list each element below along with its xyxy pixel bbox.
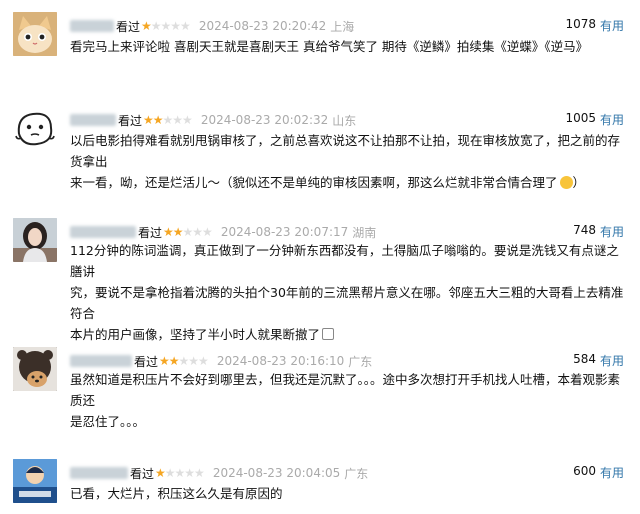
review-meta: 看过 ★★★★★ 2024-08-23 20:07:17 湖南 [70,223,376,241]
review-text: 以后电影拍得难看就别甩锅审核了，之前总喜欢说这不让拍那不让拍，现在审核放宽了，把… [70,130,630,193]
folded-icon[interactable] [322,328,335,340]
star-icon: ★★ [163,225,183,239]
useful-button[interactable]: 有用 [600,111,624,128]
username-blurred[interactable] [70,114,116,126]
star-icon: ★★★★ [150,19,191,33]
vote-count: 600 [573,464,596,478]
watched-label: 看过 [130,466,155,481]
review-line: 已看，大烂片，积压这么久是有原因的 [70,486,283,501]
review-line: 虽然知道是积压片不会好到哪里去，但我还是沉默了。。。途中多次想打开手机找人吐槽，… [70,372,621,408]
rating-stars: ★★★★★ [159,354,209,368]
review-location: 上海 [330,19,355,34]
watched-label: 看过 [138,225,163,240]
star-icon: ★★ [143,113,163,127]
useful-button[interactable]: 有用 [600,17,624,34]
star-icon: ★ [141,19,152,33]
username-blurred[interactable] [70,467,128,479]
review-line: 本片的用户画像，坚持了半小时人就果断撤了 [70,324,630,345]
useful-button[interactable]: 有用 [600,223,624,240]
laugh-emoji-icon [559,176,573,189]
review-time: 2024-08-23 20:20:42 [198,19,327,33]
watched-label: 看过 [116,19,141,34]
rating-stars: ★★★★★ [143,113,193,127]
review-text: 看完马上来评论啦 喜剧天王就是喜剧天王 真给爷气笑了 期待《逆鳞》拍续集《逆蝶》… [70,36,630,57]
rating-stars: ★★★★★ [141,19,191,33]
review-meta: 看过 ★★★★★ 2024-08-23 20:04:05 广东 [70,464,368,482]
cat-icon[interactable] [13,12,57,56]
doodle-face-icon[interactable] [13,106,57,150]
username-blurred[interactable] [70,226,136,238]
star-icon: ★★★ [178,354,209,368]
review-time: 2024-08-23 20:16:10 [216,354,345,368]
vote-count: 748 [573,223,596,237]
review-location: 广东 [348,354,373,369]
star-icon: ★★ [159,354,179,368]
review-meta: 看过 ★★★★★ 2024-08-23 20:16:10 广东 [70,352,372,370]
star-icon: ★★★★ [164,466,205,480]
review-location: 山东 [332,113,357,128]
vote-count: 1005 [565,111,596,125]
review-time: 2024-08-23 20:04:05 [212,466,341,480]
username-blurred[interactable] [70,20,114,32]
watched-label: 看过 [118,113,143,128]
username-blurred[interactable] [70,355,132,367]
review-line: 看完马上来评论啦 喜剧天王就是喜剧天王 真给爷气笑了 期待《逆鳞》拍续集《逆蝶》… [70,39,589,54]
review-line: 112分钟的陈词滥调，真正做到了一分钟新东西都没有，土得脑瓜子嗡嗡的。要说是洗钱… [70,243,619,279]
review-time: 2024-08-23 20:02:32 [200,113,329,127]
star-icon: ★★★ [162,113,193,127]
review-meta: 看过 ★★★★★ 2024-08-23 20:20:42 上海 [70,17,354,35]
review-location: 广东 [344,466,369,481]
vote-count: 1078 [565,17,596,31]
review-location: 湖南 [352,225,377,240]
review-text: 虽然知道是积压片不会好到哪里去，但我还是沉默了。。。途中多次想打开手机找人吐槽，… [70,369,630,432]
rating-stars: ★★★★★ [155,466,205,480]
review-text: 已看，大烂片，积压这么久是有原因的 [70,483,630,504]
review-time: 2024-08-23 20:07:17 [220,225,349,239]
rating-stars: ★★★★★ [163,225,213,239]
star-icon: ★ [155,466,166,480]
cartoon-avatar-icon[interactable] [13,459,57,503]
useful-button[interactable]: 有用 [600,464,624,481]
star-icon: ★★★ [182,225,213,239]
review-line: 究，要说不是拿枪指着沈腾的头拍个30年前的三流黑帮片意义在哪。邻座五大三粗的大哥… [70,285,624,321]
review-line: 是忍住了。。。 [70,414,146,429]
review-text: 112分钟的陈词滥调，真正做到了一分钟新东西都没有，土得脑瓜子嗡嗡的。要说是洗钱… [70,240,630,345]
review-line: 以后电影拍得难看就别甩锅审核了，之前总喜欢说这不让拍那不让拍，现在审核放宽了，把… [70,133,621,169]
vote-count: 584 [573,352,596,366]
review-line: 来一看，呦，还是烂活儿～（貌似还不是单纯的审核因素啊，那这么烂就非常合情合理了） [70,175,586,190]
person-photo-icon[interactable] [13,218,57,262]
bear-dog-icon[interactable] [13,347,57,391]
review-meta: 看过 ★★★★★ 2024-08-23 20:02:32 山东 [70,111,356,129]
watched-label: 看过 [134,354,159,369]
useful-button[interactable]: 有用 [600,352,624,369]
